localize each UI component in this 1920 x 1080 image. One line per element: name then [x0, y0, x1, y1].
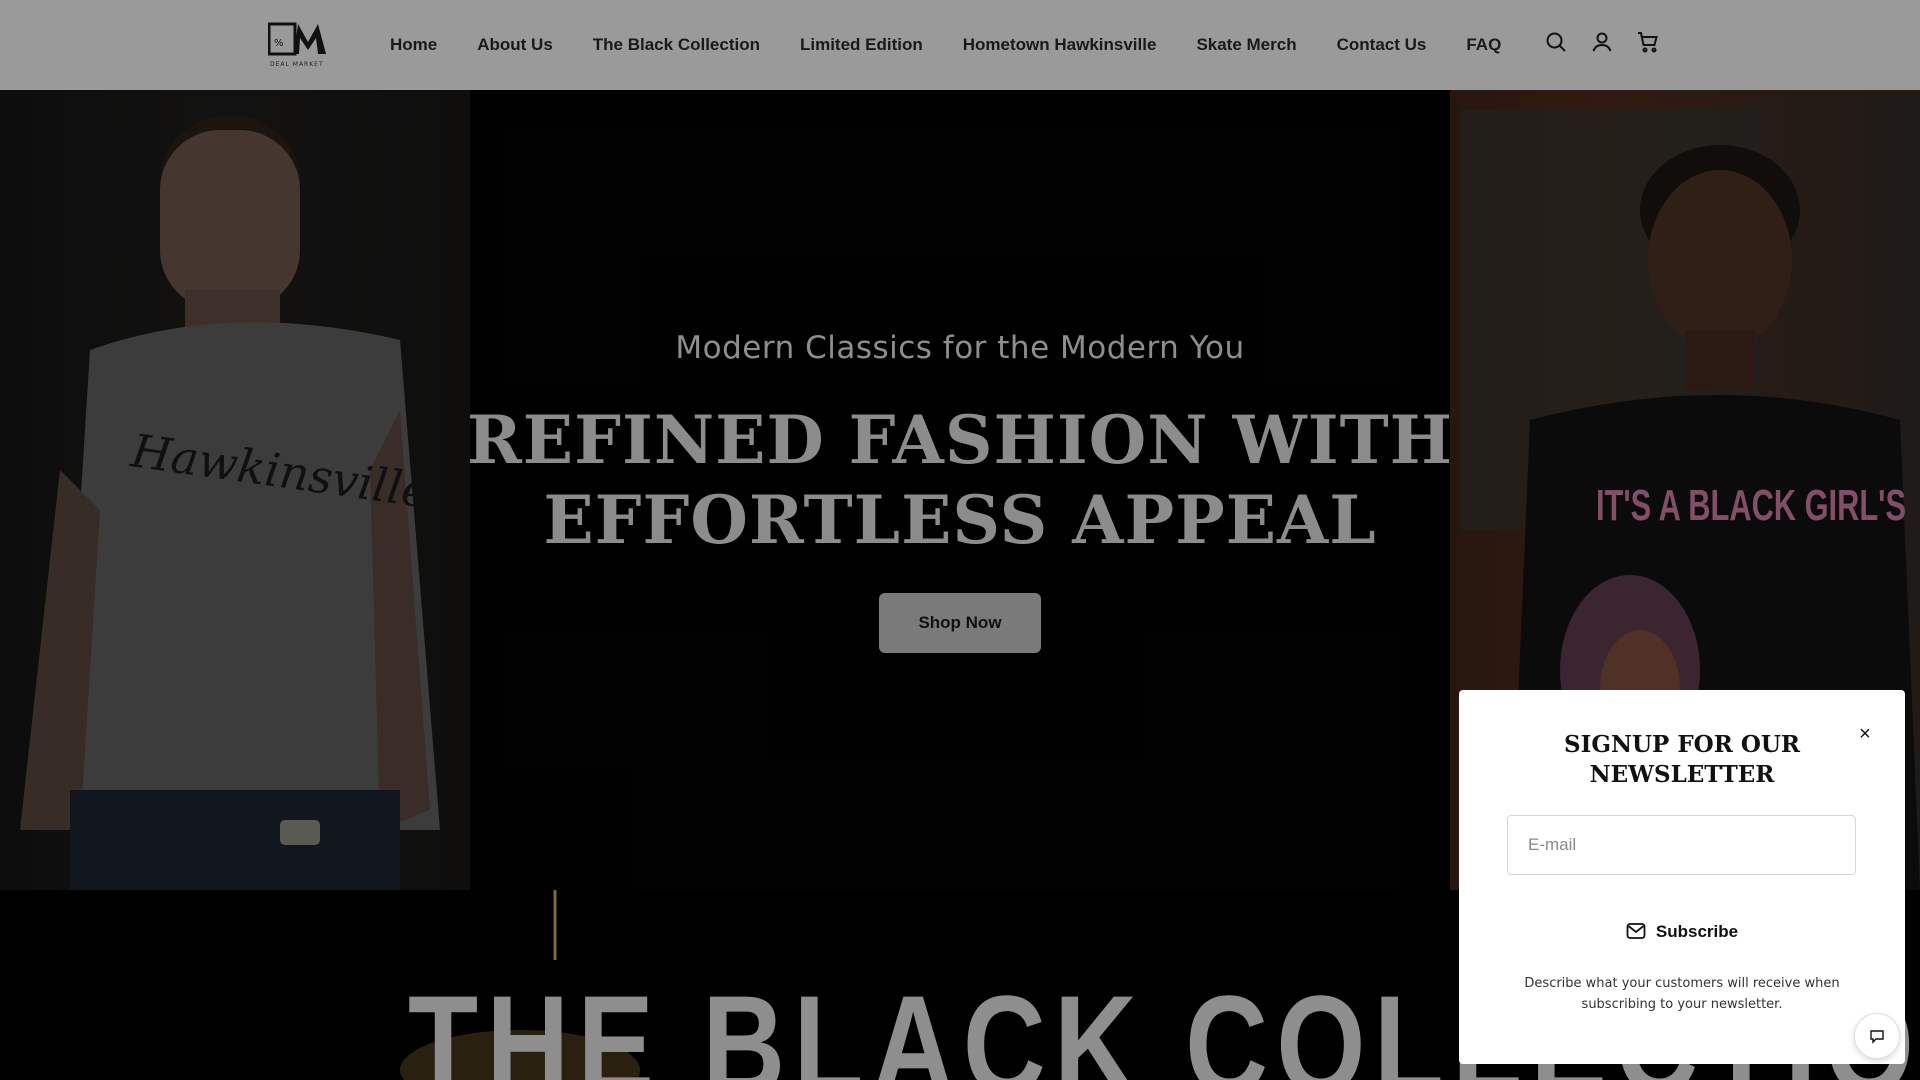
mail-icon: [1626, 922, 1646, 943]
account-icon[interactable]: [1590, 30, 1614, 54]
nav-item-about-us[interactable]: About Us: [477, 35, 553, 55]
main-nav: Home About Us The Black Collection Limit…: [390, 0, 1501, 90]
hero-title-line-2: EFFORTLESS APPEAL: [543, 481, 1377, 559]
nav-item-hometown-hawkinsville[interactable]: Hometown Hawkinsville: [963, 35, 1157, 55]
newsletter-title-line-1: SIGNUP FOR OUR: [1563, 731, 1801, 758]
cart-icon[interactable]: [1636, 30, 1660, 54]
nav-item-home[interactable]: Home: [390, 35, 437, 55]
subscribe-label: Subscribe: [1655, 922, 1739, 941]
newsletter-description: Describe what your customers will receiv…: [1524, 976, 1840, 1012]
nav-item-contact-us[interactable]: Contact Us: [1337, 35, 1427, 55]
chat-icon[interactable]: [1854, 1013, 1900, 1059]
shop-now-button[interactable]: Shop Now: [879, 593, 1041, 653]
brand-logo[interactable]: % DEAL MARKET: [267, 20, 340, 68]
hero-title-line-1: REFINED FASHION WITH: [466, 401, 1454, 479]
header-actions: [1544, 30, 1660, 54]
email-field[interactable]: [1507, 815, 1856, 875]
nav-item-skate-merch[interactable]: Skate Merch: [1196, 35, 1296, 55]
hero-subtitle: Modern Classics for the Modern You: [675, 330, 1245, 366]
nav-item-faq[interactable]: FAQ: [1466, 35, 1501, 55]
site-header: % DEAL MARKET Home About Us The Black Co…: [0, 0, 1920, 90]
newsletter-title-line-2: NEWSLETTER: [1589, 761, 1775, 788]
search-icon[interactable]: [1544, 30, 1568, 54]
nav-item-black-collection[interactable]: The Black Collection: [593, 35, 760, 55]
nav-item-limited-edition[interactable]: Limited Edition: [800, 35, 923, 55]
hero-title: REFINED FASHION WITH EFFORTLESS APPEAL: [0, 400, 1920, 560]
newsletter-popup: × SIGNUP FOR OUR NEWSLETTER Subscribe De…: [1459, 690, 1905, 1064]
svg-text:DEAL MARKET: DEAL MARKET: [270, 61, 324, 68]
newsletter-title: SIGNUP FOR OUR NEWSLETTER: [1459, 730, 1905, 790]
subscribe-button[interactable]: Subscribe: [1607, 912, 1757, 952]
svg-text:%: %: [274, 38, 284, 49]
